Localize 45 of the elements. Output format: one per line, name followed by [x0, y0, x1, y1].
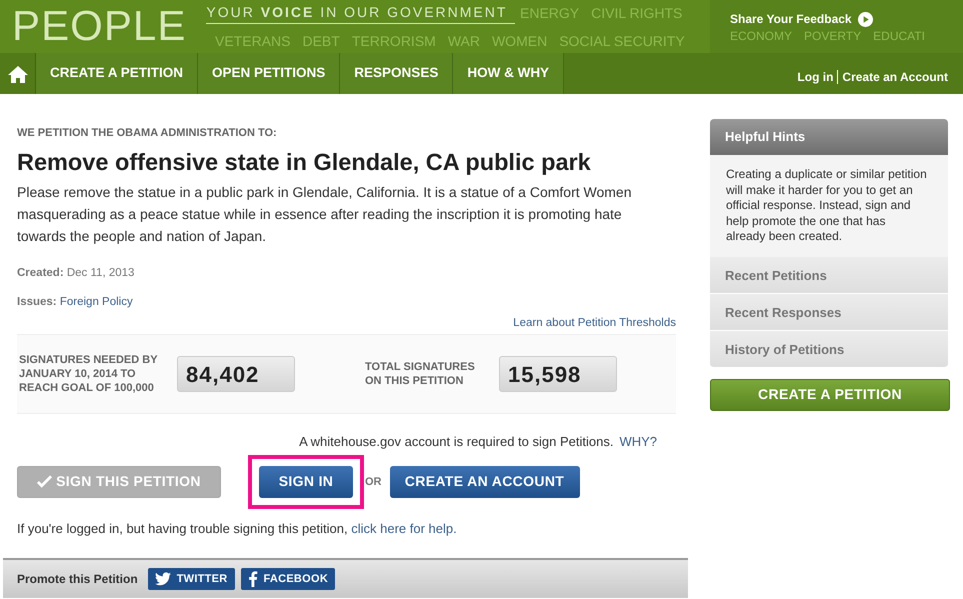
counter-label: SIGNATURES NEEDED BY JANUARY 10, 2014 TO REACH GOAL OF 100,000: [19, 353, 158, 396]
home-icon: [8, 64, 28, 82]
nav-tab[interactable]: OPEN PETITIONS: [198, 53, 340, 94]
play-circle-icon: [858, 12, 873, 26]
background-word: ECONOMY: [730, 30, 792, 43]
created-date: Dec 11, 2013: [66, 266, 134, 278]
create-account-button[interactable]: CREATE AN ACCOUNT: [390, 466, 580, 498]
sidebar-link[interactable]: Recent Responses: [710, 294, 948, 330]
nav-tab[interactable]: RESPONSES: [340, 53, 454, 94]
background-word: EDUCATI: [873, 30, 925, 43]
site-logo: PEOPLE: [11, 4, 186, 48]
thresholds-link[interactable]: Learn about Petition Thresholds: [513, 315, 676, 332]
or-text: OR: [365, 474, 382, 490]
feedback-link[interactable]: Share Your Feedback: [730, 10, 963, 28]
hints-header: Helpful Hints: [710, 119, 948, 155]
counter-value: 15,598: [499, 356, 617, 392]
create-petition-button[interactable]: CREATE A PETITION: [710, 378, 950, 410]
help-link[interactable]: click here for help.: [351, 520, 457, 536]
background-word: POVERTY: [804, 30, 862, 43]
bird-icon: [154, 572, 171, 586]
nav-tab[interactable]: CREATE A PETITION: [36, 53, 198, 94]
hints-text: Creating a duplicate or similar petition will make it harder for you to get an official response. Instead, sign and help promote the one that has already been created.: [710, 155, 948, 256]
why-link[interactable]: WHY?: [619, 432, 657, 452]
letter-f-icon: [248, 571, 258, 588]
petition-kicker: WE PETITION THE OBAMA ADMINISTRATION TO:: [17, 126, 278, 141]
facebook-button[interactable]: FACEBOOK: [240, 568, 336, 590]
sidebar-link[interactable]: History of Petitions: [710, 330, 948, 368]
sign-in-button[interactable]: SIGN IN: [259, 466, 353, 498]
issues-label: Issues:: [17, 296, 57, 308]
counter-value: 84,402: [177, 356, 295, 392]
issue-link[interactable]: Foreign Policy: [60, 296, 133, 308]
create-account-link[interactable]: Create an Account: [842, 68, 948, 86]
petition-body: Please remove the statue in a public park in Glendale, California. It is a statue of a Comfort Women masquerading as a peace statue while in essence after reading the inscription it is promoting hate towards the people and nation of Japan.: [17, 182, 632, 246]
sidebar-link[interactable]: Recent Petitions: [710, 256, 948, 294]
promote-label: Promote this Petition: [17, 571, 138, 588]
created-label: Created:: [17, 266, 64, 278]
account-notice: A whitehouse.gov account is required to sign Petitions.: [299, 433, 614, 452]
site-tagline: YOUR VOICE IN OUR GOVERNMENT: [206, 4, 516, 24]
twitter-button[interactable]: TWITTER: [148, 568, 234, 590]
nav-tab[interactable]: HOW & WHY: [453, 53, 564, 94]
help-text: If you're logged in, but having trouble signing this petition, click here for help.: [17, 520, 458, 538]
counter-label: TOTAL SIGNATURES ON THIS PETITION: [365, 360, 476, 388]
login-link[interactable]: Log in: [797, 68, 834, 86]
petition-title: Remove offensive state in Glendale, CA public park: [17, 148, 592, 176]
checkmark-icon: [37, 475, 52, 488]
